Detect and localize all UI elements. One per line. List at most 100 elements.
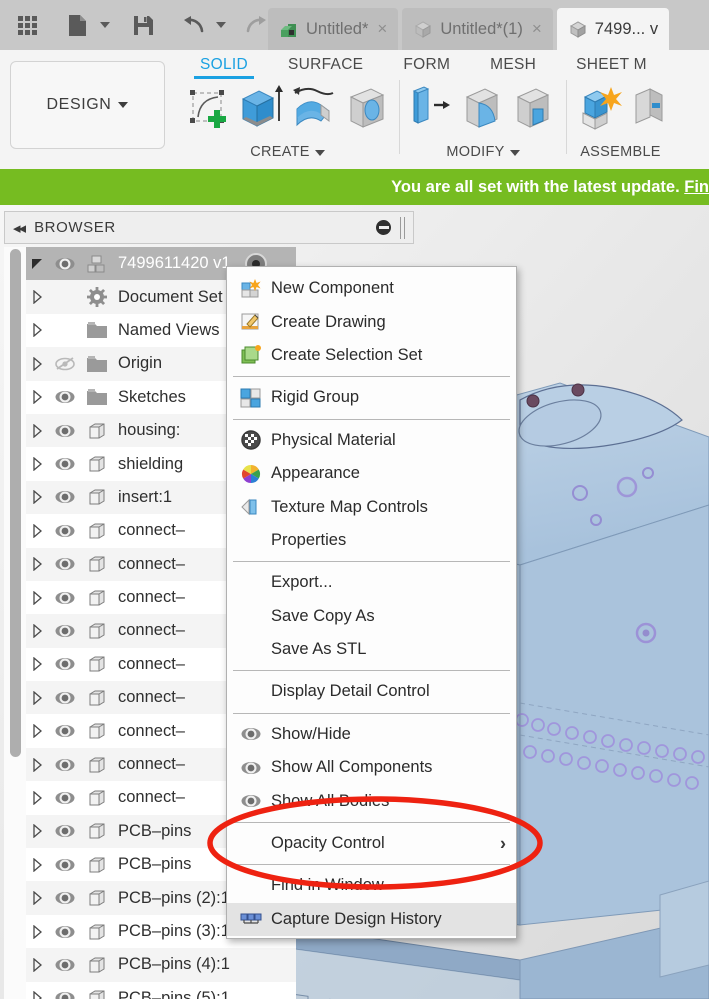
expand-arrow-icon[interactable] (26, 423, 48, 438)
visibility-toggle-icon[interactable] (48, 690, 82, 706)
expand-arrow-icon[interactable] (26, 657, 48, 672)
visibility-toggle-icon[interactable] (48, 990, 82, 999)
expand-arrow-icon[interactable] (26, 323, 48, 338)
tab-surface[interactable]: SURFACE (268, 54, 383, 79)
menu-item[interactable]: Show All Components (227, 751, 516, 784)
panel-resize-grip[interactable] (400, 216, 405, 239)
expand-arrow-icon[interactable] (26, 290, 48, 305)
expand-arrow-icon[interactable] (26, 924, 48, 939)
expand-arrow-icon[interactable] (26, 757, 48, 772)
menu-item[interactable]: Find in Window (227, 869, 516, 902)
tab-form[interactable]: FORM (383, 54, 470, 79)
expand-arrow-icon[interactable] (26, 857, 48, 872)
fillet-icon[interactable] (459, 83, 505, 138)
undo-icon[interactable] (176, 8, 210, 42)
visibility-toggle-icon[interactable] (48, 957, 82, 973)
new-file-dropdown-icon[interactable] (96, 8, 114, 42)
body-icon (82, 721, 112, 741)
menu-divider (233, 712, 510, 714)
expand-arrow-icon[interactable] (26, 390, 48, 405)
visibility-toggle-icon[interactable] (48, 489, 82, 505)
document-tab-1[interactable]: Untitled*(1) × (402, 8, 553, 50)
close-icon[interactable]: × (377, 19, 387, 39)
close-icon[interactable]: × (532, 19, 542, 39)
menu-item[interactable]: Export... (227, 566, 516, 599)
expand-arrow-icon[interactable] (26, 590, 48, 605)
visibility-toggle-icon[interactable] (48, 256, 82, 272)
menu-item[interactable]: Save As STL (227, 633, 516, 666)
expand-arrow-icon[interactable] (26, 623, 48, 638)
app-grid-icon[interactable] (10, 8, 44, 42)
joint-icon[interactable] (630, 83, 664, 138)
menu-item[interactable]: Create Selection Set (227, 339, 516, 372)
visibility-toggle-icon[interactable] (48, 456, 82, 472)
menu-item[interactable]: Show All Bodies (227, 784, 516, 817)
undo-dropdown-icon[interactable] (212, 8, 230, 42)
expand-arrow-icon[interactable] (26, 790, 48, 805)
visibility-toggle-icon[interactable] (48, 924, 82, 940)
visibility-toggle-icon[interactable] (48, 823, 82, 839)
banner-link[interactable]: Fin (684, 178, 709, 196)
visibility-toggle-icon[interactable] (48, 423, 82, 439)
visibility-toggle-icon[interactable] (48, 523, 82, 539)
press-pull-icon[interactable] (410, 83, 454, 138)
menu-item[interactable]: Create Drawing (227, 305, 516, 338)
document-tab-0[interactable]: Untitled* × (268, 8, 399, 50)
menu-item[interactable]: Show/Hide (227, 718, 516, 751)
tab-solid[interactable]: SOLID (180, 54, 268, 79)
visibility-toggle-icon[interactable] (48, 623, 82, 639)
visibility-toggle-icon[interactable] (48, 356, 82, 372)
menu-item[interactable]: New Component (227, 272, 516, 305)
visibility-toggle-icon[interactable] (48, 723, 82, 739)
visibility-toggle-icon[interactable] (48, 656, 82, 672)
expand-arrow-icon[interactable] (26, 724, 48, 739)
tree-row[interactable]: PCB–pins (4):1 (26, 948, 296, 982)
menu-item[interactable]: Display Detail Control (227, 675, 516, 708)
visibility-toggle-icon[interactable] (48, 857, 82, 873)
new-file-icon[interactable] (60, 8, 94, 42)
tree-row[interactable]: PCB–pins (5):1 (26, 981, 296, 999)
minimize-icon[interactable] (376, 220, 391, 235)
context-menu[interactable]: New Component Create Drawing Create Select… (226, 266, 517, 940)
expand-arrow-icon[interactable] (26, 557, 48, 572)
expand-arrow-icon[interactable] (26, 991, 48, 999)
save-icon[interactable] (126, 8, 160, 42)
menu-item-label: Create Selection Set (271, 345, 423, 364)
expand-arrow-icon[interactable] (26, 356, 48, 371)
expand-arrow-icon[interactable] (26, 891, 48, 906)
new-component-icon[interactable] (577, 83, 625, 138)
tab-mesh[interactable]: MESH (470, 54, 556, 79)
tree-scrollbar[interactable] (4, 247, 26, 999)
create-sketch-icon[interactable] (186, 85, 232, 138)
visibility-toggle-icon[interactable] (48, 757, 82, 773)
expand-arrow-icon[interactable] (26, 690, 48, 705)
tab-sheet-metal[interactable]: SHEET M (556, 54, 667, 79)
menu-item[interactable]: Rigid Group (227, 381, 516, 414)
workspace-selector[interactable]: DESIGN (10, 61, 165, 149)
expand-arrow-icon[interactable] (26, 957, 48, 972)
menu-item[interactable]: Properties (227, 524, 516, 557)
revolve-icon[interactable] (290, 83, 338, 138)
visibility-toggle-icon[interactable] (48, 790, 82, 806)
tree-scrollbar-thumb[interactable] (10, 249, 21, 757)
menu-item[interactable]: Opacity Control › (227, 827, 516, 860)
expand-arrow-icon[interactable] (26, 457, 48, 472)
menu-item[interactable]: Texture Map Controls (227, 490, 516, 523)
document-tab-2[interactable]: 7499... v (556, 8, 670, 50)
shell-icon[interactable] (510, 83, 556, 138)
menu-item[interactable]: Physical Material (227, 424, 516, 457)
expand-arrow-icon[interactable] (26, 257, 48, 271)
menu-item[interactable]: Capture Design History (227, 902, 516, 937)
visibility-toggle-icon[interactable] (48, 389, 82, 405)
expand-arrow-icon[interactable] (26, 824, 48, 839)
menu-item[interactable]: Save Copy As (227, 600, 516, 633)
visibility-toggle-icon[interactable] (48, 890, 82, 906)
visibility-toggle-icon[interactable] (48, 556, 82, 572)
extrude-icon[interactable] (237, 83, 285, 138)
expand-arrow-icon[interactable] (26, 490, 48, 505)
menu-item[interactable]: Appearance (227, 457, 516, 490)
sweep-icon[interactable] (343, 83, 389, 138)
visibility-toggle-icon[interactable] (48, 590, 82, 606)
collapse-left-icon[interactable]: ◂◂ (13, 219, 26, 237)
expand-arrow-icon[interactable] (26, 523, 48, 538)
